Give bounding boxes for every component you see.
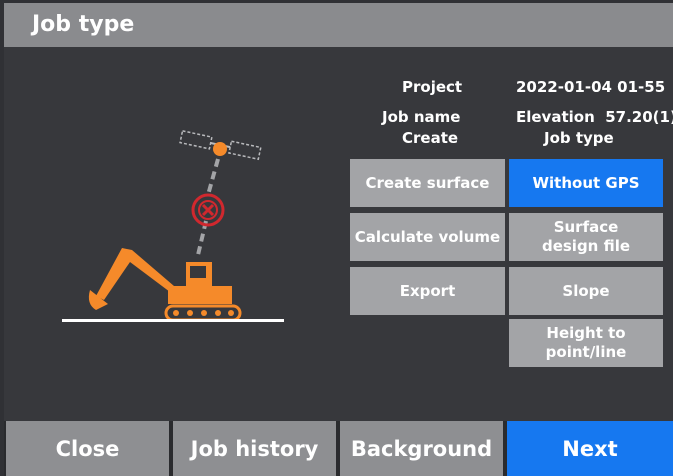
create-column-label: Create: [402, 129, 459, 147]
ground-line: [62, 319, 284, 322]
title-bar: Job type: [4, 3, 673, 47]
export-button[interactable]: Export: [350, 267, 505, 315]
job-name-value: Elevation 57.20(1): [516, 108, 673, 126]
create-surface-button[interactable]: Create surface: [350, 159, 505, 207]
main-panel: Project 2022-01-04 01-55 Job name Elevat…: [4, 47, 673, 421]
without-gps-button[interactable]: Without GPS: [509, 159, 663, 207]
excavator-icon: [88, 248, 242, 322]
next-button[interactable]: Next: [507, 421, 673, 476]
job-type-window: Job type Project 2022-01-04 01-55 Job na…: [0, 0, 673, 476]
page-title: Job type: [32, 12, 135, 37]
background-button[interactable]: Background: [340, 421, 503, 476]
surface-design-file-button[interactable]: Surface design file: [509, 213, 663, 261]
footer-bar: Close Job history Background Next: [4, 421, 673, 476]
project-value: 2022-01-04 01-55: [516, 78, 666, 96]
slope-button[interactable]: Slope: [509, 267, 663, 315]
close-button[interactable]: Close: [6, 421, 169, 476]
no-signal-icon: [191, 193, 225, 227]
job-history-button[interactable]: Job history: [173, 421, 336, 476]
job-name-label: Job name: [382, 108, 461, 126]
calculate-volume-button[interactable]: Calculate volume: [350, 213, 505, 261]
project-label: Project: [402, 78, 463, 96]
job-type-column-label: Job type: [544, 129, 614, 147]
height-to-point-line-button[interactable]: Height to point/line: [509, 319, 663, 367]
